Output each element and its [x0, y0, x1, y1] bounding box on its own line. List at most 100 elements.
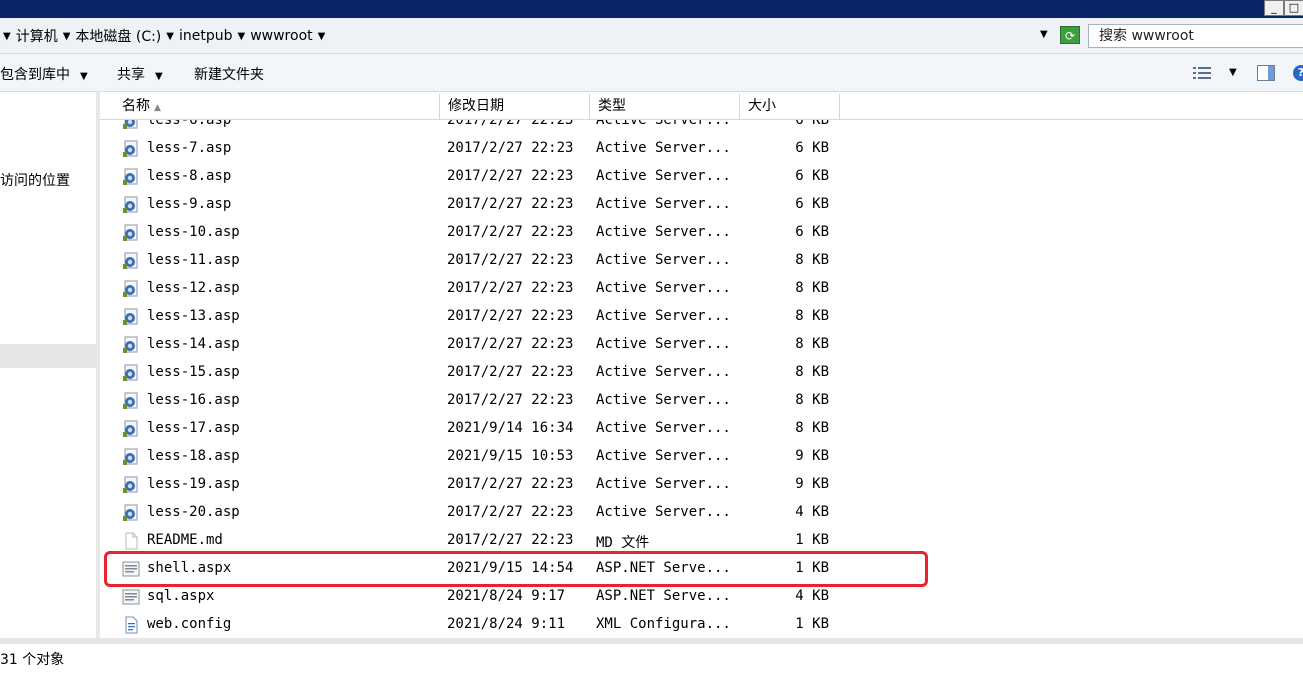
maximize-button[interactable]: □ [1284, 0, 1303, 16]
file-type: MD 文件 [596, 535, 650, 551]
file-row[interactable]: less-6.asp 2017/2/27 22:23 Active Server..… [100, 120, 1303, 134]
file-row[interactable]: less-18.asp 2021/9/15 10:53 Active Server.… [100, 442, 1303, 470]
file-row[interactable]: shell.aspx 2021/9/15 14:54 ASP.NET Serve..… [100, 554, 1303, 582]
file-name: less-13.asp [147, 308, 240, 324]
file-date: 2017/2/27 22:23 [447, 392, 574, 408]
file-row[interactable]: less-20.asp 2017/2/27 22:23 Active Server.… [100, 498, 1303, 526]
minimize-button[interactable]: _ [1264, 0, 1284, 16]
item-count: 31 个对象 [0, 652, 65, 668]
chevron-down-icon[interactable]: ▼ [315, 31, 329, 42]
file-date: 2021/9/15 10:53 [447, 448, 574, 464]
chevron-down-icon[interactable]: ▼ [163, 31, 177, 42]
column-header-type[interactable]: 类型 [590, 94, 740, 119]
asp-script-icon [122, 224, 140, 242]
asp-script-icon [122, 252, 140, 270]
file-size: 6 KB [795, 120, 829, 128]
file-row[interactable]: less-13.asp 2017/2/27 22:23 Active Server.… [100, 302, 1303, 330]
file-type: Active Server... [596, 140, 731, 156]
include-in-library-button[interactable]: 包含到库中 ▼ [0, 64, 88, 84]
file-size: 6 KB [795, 140, 829, 156]
file-row[interactable]: less-11.asp 2017/2/27 22:23 Active Server.… [100, 246, 1303, 274]
file-name: shell.aspx [147, 560, 232, 576]
breadcrumb-wwwroot[interactable]: wwwroot [248, 28, 314, 44]
file-size: 8 KB [795, 280, 829, 296]
file-date: 2017/2/27 22:23 [447, 196, 574, 212]
file-date: 2017/2/27 22:23 [447, 280, 574, 296]
file-type: Active Server... [596, 364, 731, 380]
file-type: Active Server... [596, 168, 731, 184]
file-row[interactable]: less-17.asp 2021/9/14 16:34 Active Server.… [100, 414, 1303, 442]
asp-script-icon [122, 168, 140, 186]
file-type: Active Server... [596, 252, 731, 268]
file-row[interactable]: less-9.asp 2017/2/27 22:23 Active Server..… [100, 190, 1303, 218]
blank-file-icon [122, 532, 140, 550]
file-type: Active Server... [596, 448, 731, 464]
chevron-down-icon[interactable]: ▼ [0, 31, 14, 42]
column-header-size[interactable]: 大小 [740, 94, 840, 119]
file-row[interactable]: sql.aspx 2021/8/24 9:17 ASP.NET Serve... 4 … [100, 582, 1303, 610]
file-row[interactable]: README.md 2017/2/27 22:23 MD 文件 1 KB [100, 526, 1303, 554]
file-name: less-9.asp [147, 196, 232, 212]
file-row[interactable]: less-14.asp 2017/2/27 22:23 Active Server.… [100, 330, 1303, 358]
file-name: sql.aspx [147, 588, 215, 604]
file-type: Active Server... [596, 420, 731, 436]
file-row[interactable]: less-15.asp 2017/2/27 22:23 Active Server.… [100, 358, 1303, 386]
nav-item-recent-places[interactable]: 访问的位置 [0, 170, 70, 190]
file-type: Active Server... [596, 196, 731, 212]
view-options-dropdown-icon[interactable]: ▼ [1229, 67, 1237, 78]
file-date: 2021/9/14 16:34 [447, 420, 574, 436]
file-size: 6 KB [795, 196, 829, 212]
file-row[interactable]: less-16.asp 2017/2/27 22:23 Active Server.… [100, 386, 1303, 414]
refresh-icon[interactable]: ⟳ [1060, 26, 1080, 44]
help-icon[interactable]: ? [1293, 65, 1303, 81]
file-row[interactable]: less-7.asp 2017/2/27 22:23 Active Server..… [100, 134, 1303, 162]
breadcrumb-computer[interactable]: 计算机 [14, 26, 60, 46]
file-size: 6 KB [795, 224, 829, 240]
column-header-name[interactable]: 名称 ▲ [100, 94, 440, 119]
chevron-down-icon: ▼ [80, 71, 88, 82]
chevron-down-icon[interactable]: ▼ [235, 31, 249, 42]
asp-script-icon [122, 504, 140, 522]
command-toolbar: 包含到库中 ▼ 共享 ▼ 新建文件夹 ▼ ? [0, 54, 1303, 92]
file-type: XML Configura... [596, 616, 731, 632]
file-type: Active Server... [596, 308, 731, 324]
file-row[interactable]: less-12.asp 2017/2/27 22:23 Active Server.… [100, 274, 1303, 302]
nav-item-selected[interactable] [0, 344, 96, 368]
window-title-bar: _ □ [0, 0, 1303, 18]
column-header-row: 名称 ▲ 修改日期 类型 大小 [100, 94, 1303, 120]
file-name: less-19.asp [147, 476, 240, 492]
preview-pane-icon[interactable] [1257, 65, 1275, 81]
file-date: 2017/2/27 22:23 [447, 120, 574, 128]
breadcrumb-inetpub[interactable]: inetpub [177, 28, 235, 44]
file-size: 4 KB [795, 588, 829, 604]
file-name: less-6.asp [147, 120, 232, 128]
file-size: 1 KB [795, 560, 829, 576]
file-size: 9 KB [795, 476, 829, 492]
column-header-date[interactable]: 修改日期 [440, 94, 590, 119]
share-button[interactable]: 共享 ▼ [117, 64, 163, 84]
navigation-pane: 访问的位置 [0, 92, 96, 638]
file-row[interactable]: less-8.asp 2017/2/27 22:23 Active Server..… [100, 162, 1303, 190]
breadcrumb-local-disk[interactable]: 本地磁盘 (C:) [73, 26, 163, 46]
file-name: less-8.asp [147, 168, 232, 184]
file-row[interactable]: less-10.asp 2017/2/27 22:23 Active Server.… [100, 218, 1303, 246]
file-size: 4 KB [795, 504, 829, 520]
search-input[interactable]: 搜索 wwwroot [1088, 24, 1303, 48]
file-date: 2017/2/27 22:23 [447, 476, 574, 492]
file-size: 8 KB [795, 392, 829, 408]
file-row[interactable]: web.config 2021/8/24 9:11 XML Configura...… [100, 610, 1303, 638]
new-folder-button[interactable]: 新建文件夹 [194, 64, 264, 84]
file-row[interactable]: less-19.asp 2017/2/27 22:23 Active Server.… [100, 470, 1303, 498]
file-date: 2021/9/15 14:54 [447, 560, 574, 576]
file-date: 2017/2/27 22:23 [447, 364, 574, 380]
address-history-dropdown-icon[interactable]: ▼ [1040, 29, 1048, 40]
chevron-down-icon[interactable]: ▼ [60, 31, 74, 42]
sort-ascending-icon: ▲ [154, 103, 161, 113]
file-size: 8 KB [795, 420, 829, 436]
file-size: 8 KB [795, 336, 829, 352]
view-details-icon[interactable] [1193, 66, 1211, 80]
file-name: web.config [147, 616, 232, 632]
breadcrumb: ▼ 计算机 ▼ 本地磁盘 (C:) ▼ inetpub ▼ wwwroot ▼ [0, 26, 328, 46]
file-name: less-16.asp [147, 392, 240, 408]
file-size: 8 KB [795, 252, 829, 268]
